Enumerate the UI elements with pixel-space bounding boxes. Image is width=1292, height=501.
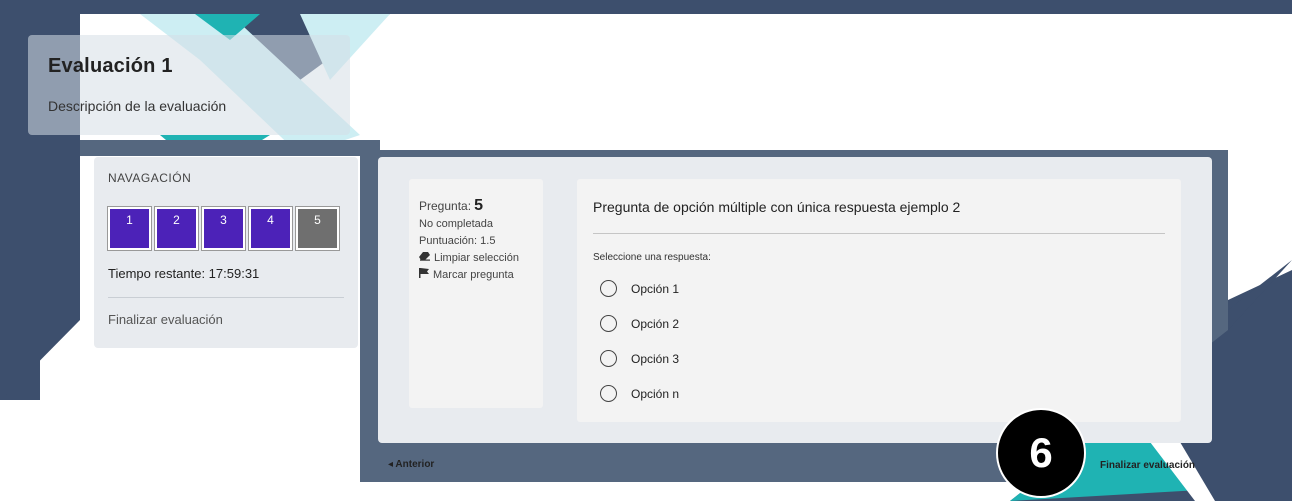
answer-prompt: Seleccione una respuesta: — [593, 252, 711, 263]
question-card: Pregunta de opción múltiple con única re… — [577, 179, 1181, 422]
nav-question-3[interactable]: 3 — [201, 206, 246, 251]
time-remaining: Tiempo restante: 17:59:31 — [108, 266, 260, 281]
question-divider — [593, 233, 1165, 234]
radio-button[interactable] — [600, 280, 617, 297]
radio-button[interactable] — [600, 350, 617, 367]
navigation-title: NAVAGACIÓN — [108, 171, 192, 185]
page-title: Evaluación 1 — [48, 55, 173, 77]
radio-button[interactable] — [600, 315, 617, 332]
question-navigation: 1 2 3 4 5 — [107, 206, 344, 251]
evaluation-header: Evaluación 1 Descripción de la evaluació… — [28, 35, 350, 135]
question-number: 5 — [474, 197, 484, 214]
clear-selection-link[interactable]: Limpiar selección — [419, 250, 533, 267]
question-status: No completada — [419, 218, 493, 230]
flag-question-label: Marcar pregunta — [433, 269, 514, 281]
question-text: Pregunta de opción múltiple con única re… — [593, 199, 961, 215]
question-score: Puntuación: 1.5 — [419, 235, 496, 247]
question-area: Pregunta: 5 No completada Puntuación: 1.… — [378, 157, 1212, 443]
flag-question-link[interactable]: Marcar pregunta — [419, 267, 533, 284]
option-label: Opción 2 — [631, 316, 680, 331]
page-description: Descripción de la evaluación — [48, 98, 227, 114]
nav-question-5[interactable]: 5 — [295, 206, 340, 251]
nav-question-1[interactable]: 1 — [107, 206, 152, 251]
question-info: Pregunta: 5 No completada Puntuación: 1.… — [409, 179, 543, 408]
eraser-icon — [419, 250, 430, 267]
answer-option-3[interactable]: Opción 3 — [593, 341, 1165, 376]
radio-button[interactable] — [600, 385, 617, 402]
question-label: Pregunta: — [419, 199, 472, 213]
answer-options: Opción 1 Opción 2 Opción 3 Opción n — [593, 271, 1165, 411]
option-label: Opción 3 — [631, 351, 680, 366]
nav-question-4[interactable]: 4 — [248, 206, 293, 251]
step-badge: 6 — [996, 408, 1086, 498]
finish-evaluation-link[interactable]: Finalizar evaluación — [108, 312, 344, 327]
nav-question-2[interactable]: 2 — [154, 206, 199, 251]
divider — [108, 297, 344, 298]
question-number-line: Pregunta: 5 — [419, 197, 533, 216]
finish-evaluation-button[interactable]: Finalizar evaluación — [1100, 460, 1195, 471]
option-label: Opción 1 — [631, 281, 680, 296]
previous-button[interactable]: ◂ Anterior — [388, 459, 434, 470]
navigation-panel: NAVAGACIÓN 1 2 3 4 5 Tiempo restante: 17… — [94, 157, 358, 348]
option-label: Opción n — [631, 386, 680, 401]
answer-option-2[interactable]: Opción 2 — [593, 306, 1165, 341]
answer-option-1[interactable]: Opción 1 — [593, 271, 1165, 306]
clear-selection-label: Limpiar selección — [434, 252, 519, 264]
answer-option-n[interactable]: Opción n — [593, 376, 1165, 411]
flag-icon — [419, 267, 429, 284]
